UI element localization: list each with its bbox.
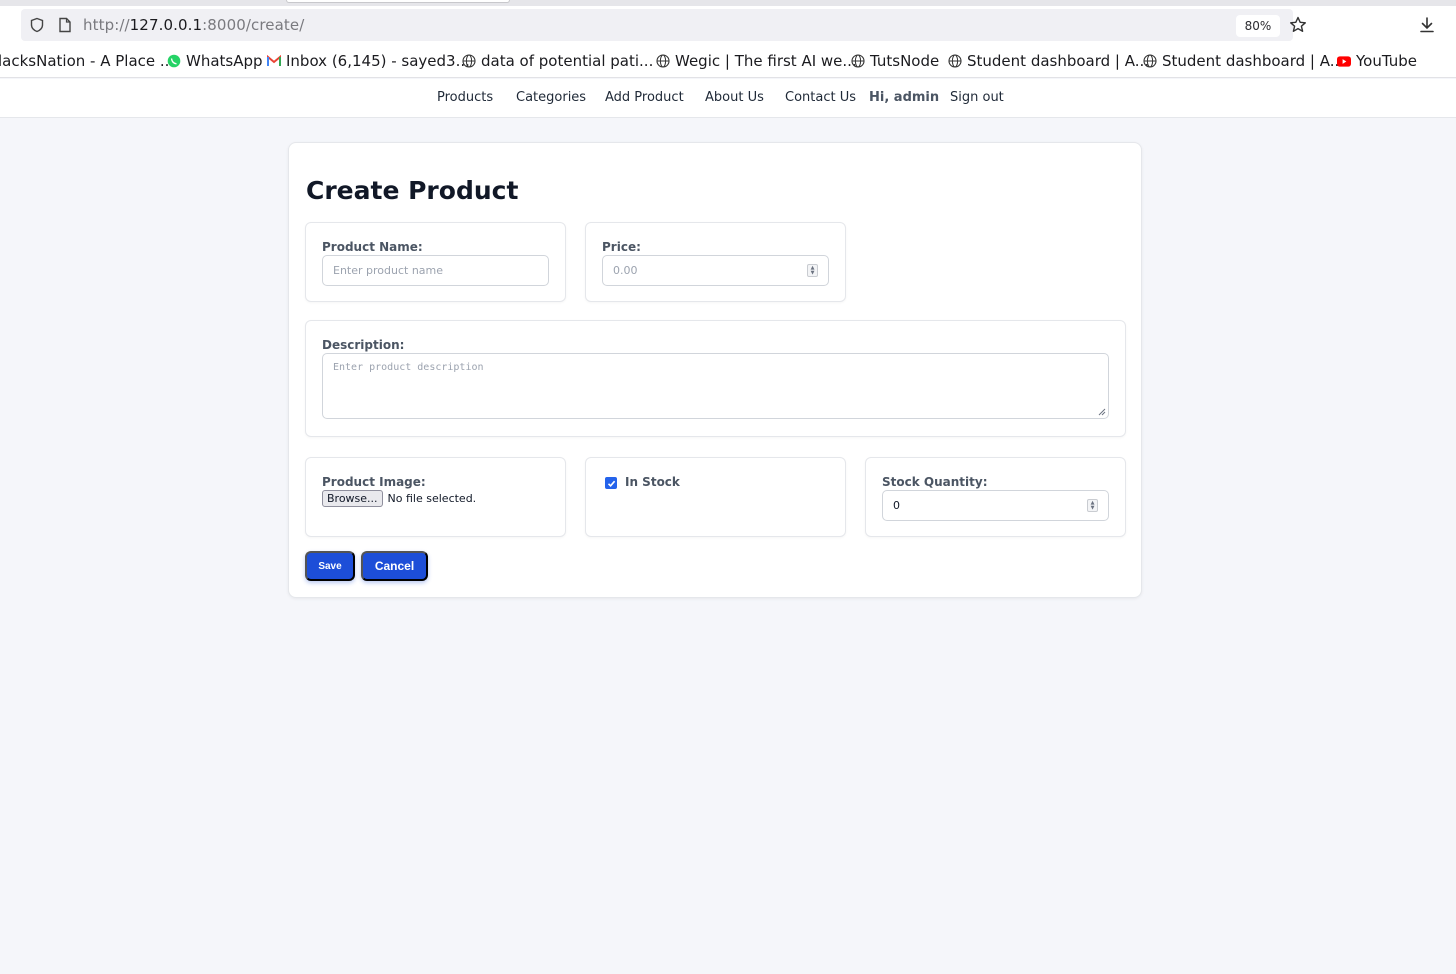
bookmark-label: Inbox (6,145) - sayed3...: [286, 52, 470, 70]
url-text[interactable]: http://127.0.0.1:8000/create/: [83, 16, 304, 34]
globe-icon: [851, 54, 865, 68]
stock-quantity-value: 0: [893, 499, 900, 512]
stock-quantity-label: Stock Quantity:: [882, 475, 988, 489]
bookmark-item[interactable]: Student dashboard | A...: [1143, 52, 1344, 70]
stock-quantity-group: Stock Quantity: 0 ▲ ▼: [865, 457, 1126, 537]
nav-categories[interactable]: Categories: [516, 90, 586, 105]
in-stock-group: In Stock: [585, 457, 846, 537]
stock-spinner-icon[interactable]: ▲ ▼: [1087, 499, 1098, 512]
whatsapp-icon: [167, 54, 181, 68]
globe-icon: [656, 54, 670, 68]
bookmark-item[interactable]: TutsNode: [851, 52, 939, 70]
in-stock-label[interactable]: In Stock: [625, 475, 680, 489]
shield-icon[interactable]: [28, 16, 46, 34]
in-stock-checkbox[interactable]: [605, 477, 617, 489]
description-textarea[interactable]: Enter product description: [322, 353, 1109, 419]
page-icon[interactable]: [56, 16, 74, 34]
bookmarks-bar: lacksNation - A Place ... WhatsApp Inbox…: [0, 46, 1456, 78]
file-input: Browse... No file selected.: [322, 490, 476, 507]
price-input[interactable]: 0.00 ▲ ▼: [602, 255, 829, 286]
bookmark-item[interactable]: WhatsApp: [167, 52, 263, 70]
cancel-button[interactable]: Cancel: [361, 551, 428, 581]
bookmark-item[interactable]: Inbox (6,145) - sayed3...: [267, 52, 470, 70]
user-greeting: Hi, admin: [869, 90, 940, 105]
bookmark-label: WhatsApp: [186, 52, 263, 70]
bookmark-label: Student dashboard | A...: [967, 52, 1150, 70]
active-tab-edge[interactable]: [286, 0, 510, 3]
bookmark-item[interactable]: YouTube: [1337, 52, 1417, 70]
price-spinner-icon[interactable]: ▲ ▼: [807, 264, 818, 277]
bookmark-item[interactable]: lacksNation - A Place ...: [0, 52, 174, 70]
description-label: Description:: [322, 338, 405, 352]
product-image-label: Product Image:: [322, 475, 426, 489]
address-bar[interactable]: http://127.0.0.1:8000/create/ 80%: [21, 9, 1306, 41]
site-navbar: Products Categories Add Product About Us…: [0, 79, 1456, 118]
bookmark-label: Student dashboard | A...: [1162, 52, 1345, 70]
nav-sign-out[interactable]: Sign out: [950, 90, 1004, 105]
bookmark-item[interactable]: Student dashboard | A...: [948, 52, 1149, 70]
download-icon[interactable]: [1417, 15, 1437, 35]
create-product-card: Create Product Product Name: Enter produ…: [288, 142, 1142, 598]
browse-button[interactable]: Browse...: [322, 490, 383, 507]
globe-icon: [1143, 54, 1157, 68]
stock-quantity-input[interactable]: 0 ▲ ▼: [882, 490, 1109, 521]
url-scheme: http://: [83, 16, 130, 34]
gmail-icon: [267, 54, 281, 68]
description-placeholder: Enter product description: [333, 362, 484, 373]
description-group: Description: Enter product description: [305, 320, 1126, 437]
save-button[interactable]: Save: [305, 551, 355, 581]
bookmark-label: YouTube: [1356, 52, 1417, 70]
bookmark-item[interactable]: Wegic | The first AI we...: [656, 52, 857, 70]
globe-icon: [948, 54, 962, 68]
browser-toolbar: http://127.0.0.1:8000/create/ 80%: [0, 6, 1456, 46]
product-name-input[interactable]: Enter product name: [322, 255, 549, 286]
nav-contact-us[interactable]: Contact Us: [785, 90, 856, 105]
bookmark-item[interactable]: data of potential pati...: [462, 52, 653, 70]
globe-icon: [462, 54, 476, 68]
url-host: 127.0.0.1: [129, 16, 203, 34]
url-path: :8000/create/: [202, 16, 305, 34]
bookmark-label: data of potential pati...: [481, 52, 654, 70]
price-placeholder: 0.00: [613, 264, 638, 277]
bookmark-label: lacksNation - A Place ...: [0, 52, 175, 70]
product-name-group: Product Name: Enter product name: [305, 222, 566, 302]
nav-add-product[interactable]: Add Product: [605, 90, 684, 105]
nav-products[interactable]: Products: [437, 90, 493, 105]
product-image-group: Product Image: Browse... No file selecte…: [305, 457, 566, 537]
price-label: Price:: [602, 240, 641, 254]
checkmark-icon: [607, 480, 615, 487]
bookmark-star-icon[interactable]: [1288, 15, 1308, 35]
page-title: Create Product: [306, 176, 519, 205]
resize-grip-icon[interactable]: [1096, 406, 1106, 416]
bookmark-label: Wegic | The first AI we...: [675, 52, 857, 70]
product-name-label: Product Name:: [322, 240, 423, 254]
file-status: No file selected.: [387, 492, 477, 505]
youtube-icon: [1337, 54, 1351, 68]
bookmark-label: TutsNode: [870, 52, 940, 70]
nav-about-us[interactable]: About Us: [705, 90, 764, 105]
zoom-level[interactable]: 80%: [1236, 15, 1280, 37]
price-group: Price: 0.00 ▲ ▼: [585, 222, 846, 302]
